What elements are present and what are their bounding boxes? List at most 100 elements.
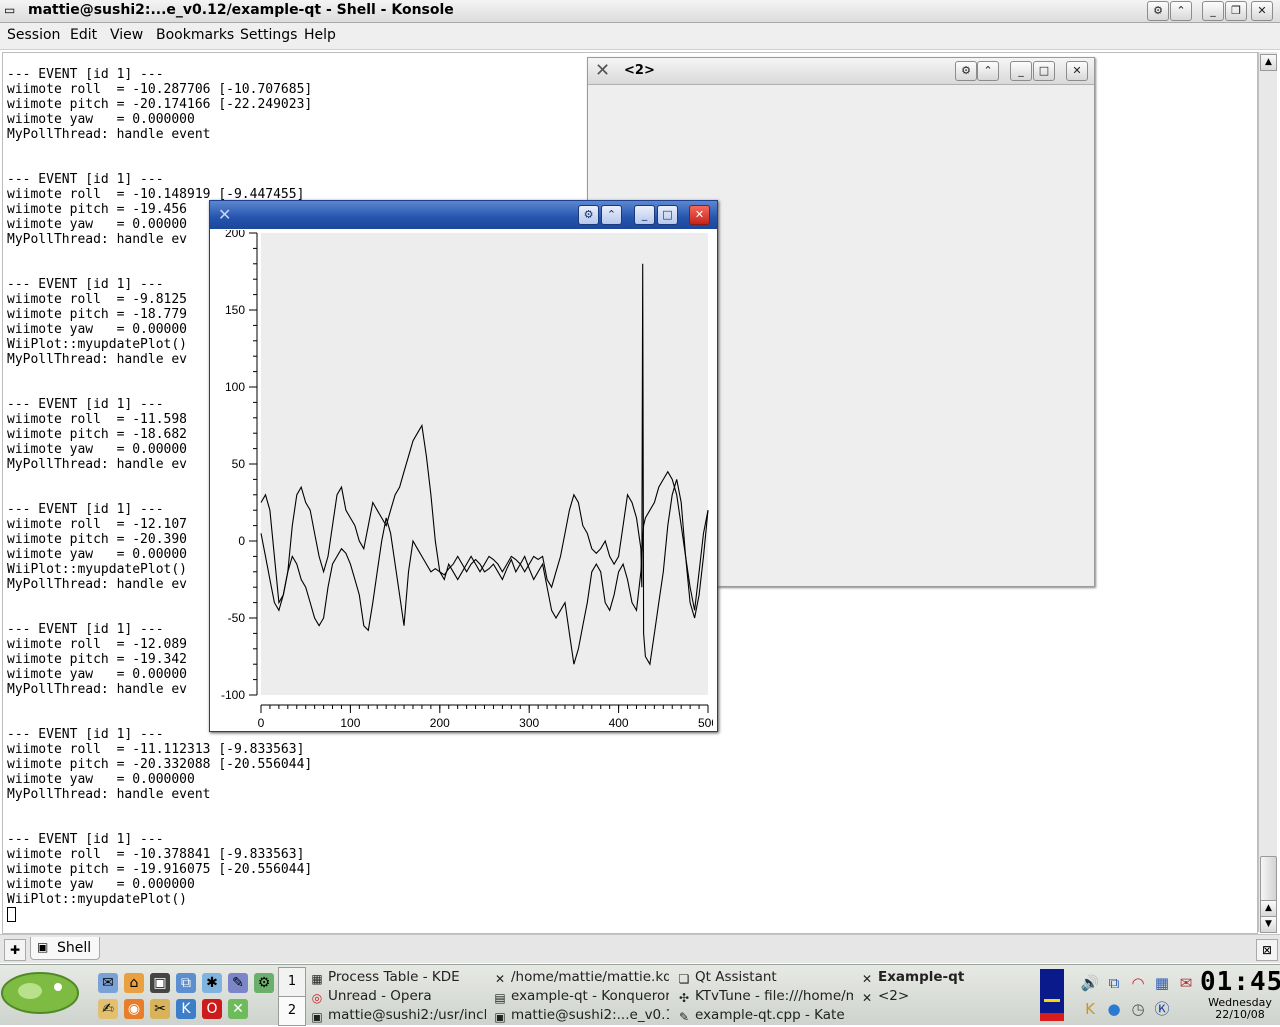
kde-icon[interactable]: Ⓚ — [1152, 999, 1172, 1019]
close-session-button[interactable]: ⊠ — [1256, 939, 1278, 961]
session-tabbar: ✚ ▣ Shell ⊠ — [0, 934, 1280, 963]
window-2-menu-button[interactable]: ⚙ — [955, 61, 977, 81]
window-2-minimize-button[interactable]: _ — [1010, 61, 1032, 81]
task-window-2[interactable]: ✕ <2> — [860, 987, 1036, 1005]
terminal-line: MyPollThread: handle event — [7, 127, 211, 142]
new-session-button[interactable]: ✚ — [4, 939, 26, 961]
terminal-line: wiimote pitch = -19.916075 [-20.556044] — [7, 862, 313, 877]
terminal-line: wiimote pitch = -19.342 — [7, 652, 188, 667]
terminal-line: wiimote roll = -12.107 — [7, 517, 188, 532]
terminal-line: wiimote roll = -11.598 — [7, 412, 188, 427]
kmenu-button[interactable] — [0, 967, 84, 1023]
terminal-line: wiimote yaw = 0.000000 — [7, 772, 195, 787]
scrollbar-thumb[interactable] — [1260, 856, 1277, 902]
menu-session[interactable]: Session — [7, 27, 60, 43]
terminal-line: MyPollThread: handle ev — [7, 352, 188, 367]
x-tick-label: 200 — [430, 716, 450, 728]
terminal-line: --- EVENT [id 1] --- — [7, 67, 164, 82]
pager-desktop-1[interactable]: 1 — [278, 967, 306, 997]
menu-help[interactable]: Help — [304, 27, 336, 43]
firefox-icon[interactable]: ◉ — [124, 999, 144, 1019]
calendar-icon[interactable]: ▦ — [1152, 973, 1172, 993]
task-opera[interactable]: ◎ Unread - Opera — [310, 987, 486, 1005]
task-process-table[interactable]: ▦ Process Table - KDE — [310, 968, 486, 986]
tools-icon[interactable]: ✂ — [150, 999, 170, 1019]
klipper-icon[interactable]: K — [1080, 999, 1100, 1019]
clock[interactable]: 01:45 Wednesday 22/10/08 — [1200, 967, 1280, 1023]
blue-orb-icon[interactable]: ● — [1104, 999, 1124, 1019]
konsole-titlebar[interactable]: ▭ mattie@sushi2:...e_v0.12/example-qt - … — [0, 0, 1280, 23]
gear-tool-icon[interactable]: ⚙ — [254, 973, 274, 993]
task-qt-assistant[interactable]: ❏ Qt Assistant — [677, 968, 853, 986]
home-icon[interactable]: ⌂ — [124, 973, 144, 993]
keep-above-button[interactable]: ⌃ — [1170, 1, 1192, 21]
devel-tools-icon[interactable]: ✎ — [228, 973, 248, 993]
task-ktvtune[interactable]: ✣ KTvTune - file:///home/m — [677, 987, 853, 1005]
mail-notifier-icon[interactable]: ✉ — [1176, 973, 1196, 993]
plot-window-keep-above-button[interactable]: ⌃ — [601, 205, 622, 225]
tab-shell[interactable]: ▣ Shell — [30, 937, 100, 960]
kate-icon: ✎ — [678, 1010, 690, 1024]
arrow-down-icon: ▼ — [1265, 919, 1272, 929]
menu-edit[interactable]: Edit — [70, 27, 97, 43]
opera-icon[interactable]: O — [202, 999, 222, 1019]
system-monitor[interactable] — [1040, 969, 1064, 1021]
window-menu-button[interactable]: ⚙ — [1147, 1, 1169, 21]
network-status-icon[interactable]: ⧉ — [1104, 973, 1124, 993]
pager-desktop-2[interactable]: 2 — [278, 996, 306, 1026]
network-icon[interactable]: ⧉ — [176, 973, 196, 993]
headset-icon[interactable]: ◠ — [1128, 973, 1148, 993]
plot-window[interactable]: ✕ ⚙ ⌃ _ □ ✕ 200 150 100 50 0 -50 -100 0 100 200 30… — [209, 200, 718, 732]
menu-bookmarks[interactable]: Bookmarks — [156, 27, 234, 43]
menu-view[interactable]: View — [110, 27, 143, 43]
kate-icon[interactable]: ✍ — [98, 999, 118, 1019]
scroll-down-button[interactable]: ▼ — [1260, 916, 1277, 933]
task-konqueror[interactable]: ▤ example-qt - Konqueror — [493, 987, 669, 1005]
volume-icon[interactable]: 🔊 — [1080, 973, 1100, 993]
terminal-scrollbar[interactable]: ▲ ▲ ▼ — [1258, 52, 1277, 933]
terminal-line: --- EVENT [id 1] --- — [7, 832, 164, 847]
process-table-icon: ▦ — [311, 972, 323, 986]
new-tab-icon: ✚ — [9, 943, 21, 957]
plot-window-minimize-button[interactable]: _ — [634, 205, 655, 225]
plot-window-close-button[interactable]: ✕ — [689, 205, 710, 225]
scroll-up-bottom-button[interactable]: ▲ — [1260, 900, 1277, 917]
terminal-line: --- EVENT [id 1] --- — [7, 727, 164, 742]
task-terminal-example[interactable]: ▣ mattie@sushi2:...e_v0.12 — [493, 1006, 669, 1024]
konqueror-icon: ▤ — [494, 991, 506, 1005]
menu-settings[interactable]: Settings — [240, 27, 297, 43]
mail-icon[interactable]: ✉ — [98, 973, 118, 993]
plot-window-menu-button[interactable]: ⚙ — [578, 205, 599, 225]
terminal-line: wiimote yaw = 0.00000 — [7, 547, 188, 562]
window-2-maximize-button[interactable]: □ — [1033, 61, 1055, 81]
plot-window-maximize-button[interactable]: □ — [657, 205, 678, 225]
scroll-up-button[interactable]: ▲ — [1260, 54, 1277, 71]
arrow-up-icon: ▲ — [1265, 903, 1272, 913]
qt-designer-icon[interactable]: ✕ — [228, 999, 248, 1019]
task-terminal-usr-include[interactable]: ▣ mattie@sushi2:/usr/inclu — [310, 1006, 486, 1024]
terminal-icon: ▣ — [311, 1010, 323, 1024]
terminal-line: wiimote roll = -9.8125 — [7, 292, 188, 307]
terminal-line: wiimote yaw = 0.00000 — [7, 322, 188, 337]
terminal-icon[interactable]: ▣ — [150, 973, 170, 993]
terminal-line: WiiPlot::myupdatePlot() — [7, 562, 188, 577]
x-window-icon[interactable]: ✕ — [218, 205, 231, 224]
window-2-keep-above-button[interactable]: ⌃ — [977, 61, 999, 81]
close-button[interactable]: ✕ — [1251, 1, 1273, 21]
plot-window-titlebar[interactable]: ✕ ⚙ ⌃ _ □ ✕ — [210, 201, 717, 229]
suse-gecko-icon — [1, 972, 79, 1014]
konsole-app-icon[interactable]: ▭ — [4, 3, 18, 17]
window-2-titlebar[interactable]: ✕ <2> ⚙ ⌃ _ □ ✕ — [588, 58, 1094, 85]
x-window-icon[interactable]: ✕ — [595, 60, 610, 81]
terminal-line: wiimote yaw = 0.000000 — [7, 877, 195, 892]
task-kate[interactable]: ✎ example-qt.cpp - Kate — [677, 1006, 853, 1024]
clock-app-icon[interactable]: ◷ — [1128, 999, 1148, 1019]
maximize-button[interactable]: ❐ — [1225, 1, 1247, 21]
y-tick-label: 100 — [225, 380, 245, 394]
task-mattie-kdb[interactable]: ✕/home/mattie/mattie.kdb — [493, 968, 669, 986]
system-config-icon[interactable]: ✱ — [202, 973, 222, 993]
konqueror-icon[interactable]: K — [176, 999, 196, 1019]
window-2-close-button[interactable]: ✕ — [1066, 61, 1088, 81]
minimize-button[interactable]: _ — [1202, 1, 1224, 21]
task-example-qt[interactable]: ✕ Example-qt — [860, 968, 1036, 986]
